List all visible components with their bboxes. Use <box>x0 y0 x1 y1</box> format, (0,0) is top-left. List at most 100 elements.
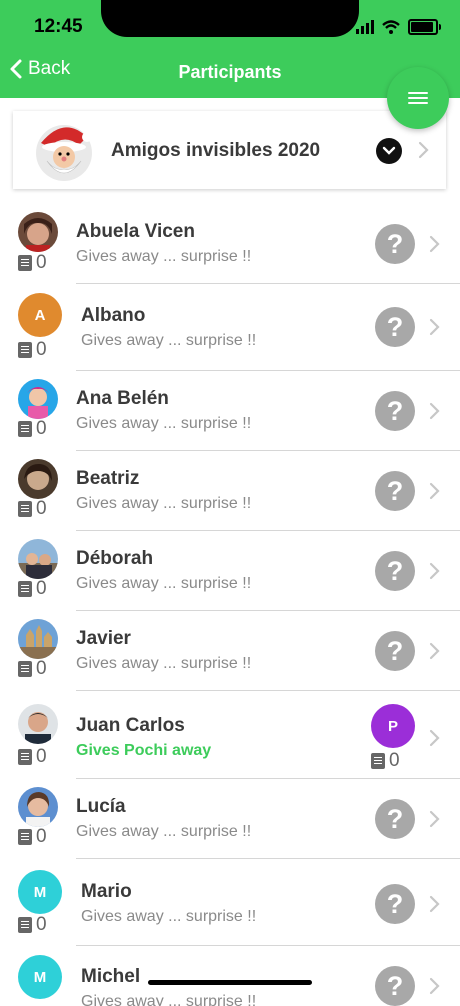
signal-icon <box>356 20 374 34</box>
book-icon <box>18 255 32 271</box>
gift-count-value: 0 <box>36 826 47 847</box>
avatar <box>18 704 58 744</box>
book-icon <box>371 753 385 769</box>
book-icon <box>18 749 32 765</box>
chevron-right-icon <box>429 562 440 580</box>
participant-row[interactable]: M 0 Mario Gives away ... surprise !! ? <box>0 859 460 946</box>
avatar <box>18 619 58 659</box>
gift-count: 0 <box>18 498 47 520</box>
gift-count-value: 0 <box>36 498 47 519</box>
book-icon <box>18 501 32 517</box>
battery-icon <box>408 19 441 35</box>
group-card[interactable]: Amigos invisibles 2020 <box>13 111 446 189</box>
participant-row[interactable]: 0 Beatriz Gives away ... surprise !! ? <box>0 451 460 531</box>
status-icons <box>356 17 441 37</box>
participant-row[interactable]: A 0 Albano Gives away ... surprise !! ? <box>0 284 460 371</box>
santa-avatar-icon <box>36 125 92 181</box>
chevron-down-icon <box>382 146 396 155</box>
book-icon <box>18 829 32 845</box>
participant-name: Juan Carlos <box>76 715 185 736</box>
participant-row[interactable]: 0 Juan Carlos Gives Pochi away P 0 <box>0 691 460 779</box>
avatar <box>18 787 58 827</box>
participant-subtitle: Gives away ... surprise !! <box>81 332 257 349</box>
gift-count: 0 <box>18 826 47 848</box>
unknown-assignee-icon: ? <box>375 799 415 839</box>
wifi-icon <box>382 20 400 34</box>
participant-name: Abuela Vicen <box>76 221 195 242</box>
participant-row[interactable]: 0 Javier Gives away ... surprise !! ? <box>0 611 460 691</box>
unknown-assignee-icon: ? <box>375 391 415 431</box>
unknown-assignee-icon: ? <box>375 884 415 924</box>
chevron-right-icon <box>429 642 440 660</box>
gift-count: 0 <box>18 418 47 440</box>
participant-name: Albano <box>81 305 146 326</box>
gift-count-value: 0 <box>36 746 47 767</box>
participant-name: Michel <box>81 966 141 987</box>
assignee-avatar: P <box>371 704 415 748</box>
chevron-right-icon <box>429 402 440 420</box>
avatar: M <box>18 955 62 999</box>
participant-subtitle: Gives away ... surprise !! <box>81 993 257 1006</box>
participant-name: Ana Belén <box>76 388 169 409</box>
chevron-right-icon <box>429 977 440 995</box>
avatar <box>18 539 58 579</box>
unknown-assignee-icon: ? <box>375 307 415 347</box>
gift-count-value: 0 <box>36 914 47 935</box>
gift-count: 0 <box>18 746 47 768</box>
book-icon <box>18 342 32 358</box>
participant-subtitle: Gives away ... surprise !! <box>76 655 252 672</box>
participant-name: Javier <box>76 628 131 649</box>
gift-count: 0 <box>18 914 47 936</box>
participant-subtitle: Gives Pochi away <box>76 742 212 759</box>
unknown-assignee-icon: ? <box>375 551 415 591</box>
participant-row[interactable]: M Michel Gives away ... surprise !! ? <box>0 946 460 1006</box>
home-indicator[interactable] <box>148 980 312 985</box>
book-icon <box>18 661 32 677</box>
chevron-right-icon <box>429 729 440 747</box>
participant-row[interactable]: 0 Ana Belén Gives away ... surprise !! ? <box>0 371 460 451</box>
book-icon <box>18 581 32 597</box>
unknown-assignee-icon: ? <box>375 224 415 264</box>
chevron-right-icon <box>429 235 440 253</box>
participant-row[interactable]: 0 Déborah Gives away ... surprise !! ? <box>0 531 460 611</box>
assignee-gift-count: 0 <box>371 750 400 772</box>
book-icon <box>18 917 32 933</box>
gift-count: 0 <box>18 252 47 274</box>
group-name: Amigos invisibles 2020 <box>111 140 321 161</box>
device-notch <box>101 0 359 37</box>
gift-count: 0 <box>18 578 47 600</box>
avatar: M <box>18 870 62 914</box>
avatar <box>18 459 58 499</box>
participant-subtitle: Gives away ... surprise !! <box>81 908 257 925</box>
chevron-right-icon <box>429 810 440 828</box>
avatar <box>18 379 58 419</box>
menu-button[interactable] <box>387 67 449 129</box>
menu-icon <box>408 89 428 107</box>
chevron-right-icon <box>429 482 440 500</box>
gift-count: 0 <box>18 658 47 680</box>
chevron-right-icon <box>429 895 440 913</box>
gift-count: 0 <box>18 339 47 361</box>
unknown-assignee-icon: ? <box>375 471 415 511</box>
participant-row[interactable]: 0 Lucía Gives away ... surprise !! ? <box>0 779 460 859</box>
book-icon <box>18 421 32 437</box>
gift-count-value: 0 <box>36 252 47 273</box>
status-time: 12:45 <box>34 16 83 37</box>
page-title: Participants <box>178 62 282 82</box>
chevron-right-icon <box>429 318 440 336</box>
gift-count-value: 0 <box>389 750 400 771</box>
participant-subtitle: Gives away ... surprise !! <box>76 248 252 265</box>
participant-row[interactable]: 0 Abuela Vicen Gives away ... surprise !… <box>0 204 460 284</box>
avatar: A <box>18 293 62 337</box>
chevron-right-icon <box>418 141 429 159</box>
participant-name: Beatriz <box>76 468 140 489</box>
gift-count-value: 0 <box>36 658 47 679</box>
gift-count-value: 0 <box>36 418 47 439</box>
participant-name: Déborah <box>76 548 154 569</box>
participant-name: Lucía <box>76 796 126 817</box>
participant-subtitle: Gives away ... surprise !! <box>76 575 252 592</box>
participant-subtitle: Gives away ... surprise !! <box>76 415 252 432</box>
unknown-assignee-icon: ? <box>375 966 415 1006</box>
group-dropdown-button[interactable] <box>376 138 402 164</box>
unknown-assignee-icon: ? <box>375 631 415 671</box>
